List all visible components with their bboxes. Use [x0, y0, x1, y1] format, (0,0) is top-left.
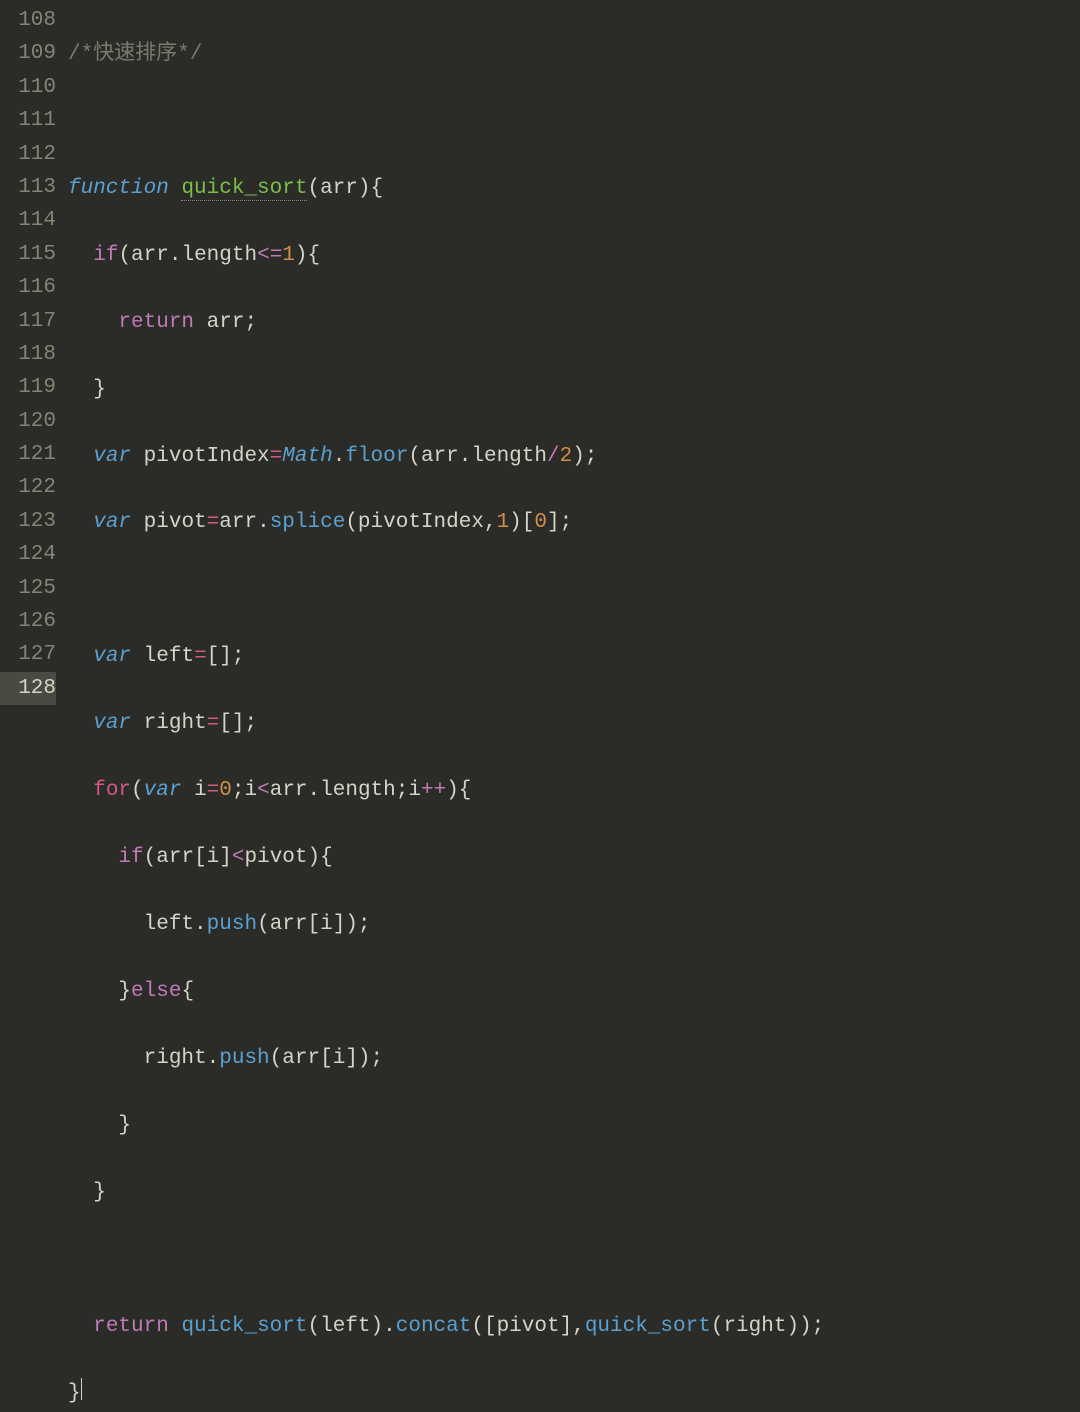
line-number: 118	[0, 338, 56, 371]
code-line[interactable]	[68, 1243, 1080, 1276]
code-line[interactable]: }	[68, 1109, 1080, 1142]
text-cursor	[81, 1378, 82, 1400]
line-number: 108	[0, 4, 56, 37]
code-line[interactable]: }	[68, 1176, 1080, 1209]
comment: /*快速排序*/	[68, 43, 202, 66]
line-number: 128	[0, 672, 56, 705]
line-number-gutter: 108 109 110 111 112 113 114 115 116 117 …	[0, 0, 68, 706]
code-editor[interactable]: 108 109 110 111 112 113 114 115 116 117 …	[0, 0, 1080, 706]
code-line[interactable]: left.push(arr[i]);	[68, 908, 1080, 941]
line-number: 111	[0, 104, 56, 137]
line-number: 112	[0, 138, 56, 171]
code-line[interactable]: var pivotIndex=Math.floor(arr.length/2);	[68, 440, 1080, 473]
code-line[interactable]: }	[68, 373, 1080, 406]
line-number: 119	[0, 371, 56, 404]
line-number: 114	[0, 204, 56, 237]
code-area[interactable]: /*快速排序*/ function quick_sort(arr){ if(ar…	[68, 0, 1080, 706]
code-line[interactable]: }	[68, 1377, 1080, 1410]
code-line[interactable]: if(arr.length<=1){	[68, 239, 1080, 272]
code-line[interactable]: return quick_sort(left).concat([pivot],q…	[68, 1310, 1080, 1343]
code-line[interactable]: var right=[];	[68, 707, 1080, 740]
code-line[interactable]: for(var i=0;i<arr.length;i++){	[68, 774, 1080, 807]
line-number: 115	[0, 238, 56, 271]
line-number: 124	[0, 538, 56, 571]
line-number: 120	[0, 405, 56, 438]
line-number: 117	[0, 305, 56, 338]
line-number: 113	[0, 171, 56, 204]
code-line[interactable]	[68, 105, 1080, 138]
code-line[interactable]: return arr;	[68, 306, 1080, 339]
code-line[interactable]: }else{	[68, 975, 1080, 1008]
line-number: 125	[0, 572, 56, 605]
code-line[interactable]	[68, 573, 1080, 606]
code-line[interactable]: /*快速排序*/	[68, 38, 1080, 71]
line-number: 116	[0, 271, 56, 304]
line-number: 110	[0, 71, 56, 104]
line-number: 121	[0, 438, 56, 471]
code-line[interactable]: if(arr[i]<pivot){	[68, 841, 1080, 874]
line-number: 109	[0, 37, 56, 70]
line-number: 126	[0, 605, 56, 638]
code-line[interactable]: var left=[];	[68, 640, 1080, 673]
line-number: 123	[0, 505, 56, 538]
code-line[interactable]: function quick_sort(arr){	[68, 172, 1080, 205]
code-line[interactable]: var pivot=arr.splice(pivotIndex,1)[0];	[68, 506, 1080, 539]
line-number: 127	[0, 638, 56, 671]
code-line[interactable]: right.push(arr[i]);	[68, 1042, 1080, 1075]
line-number: 122	[0, 471, 56, 504]
